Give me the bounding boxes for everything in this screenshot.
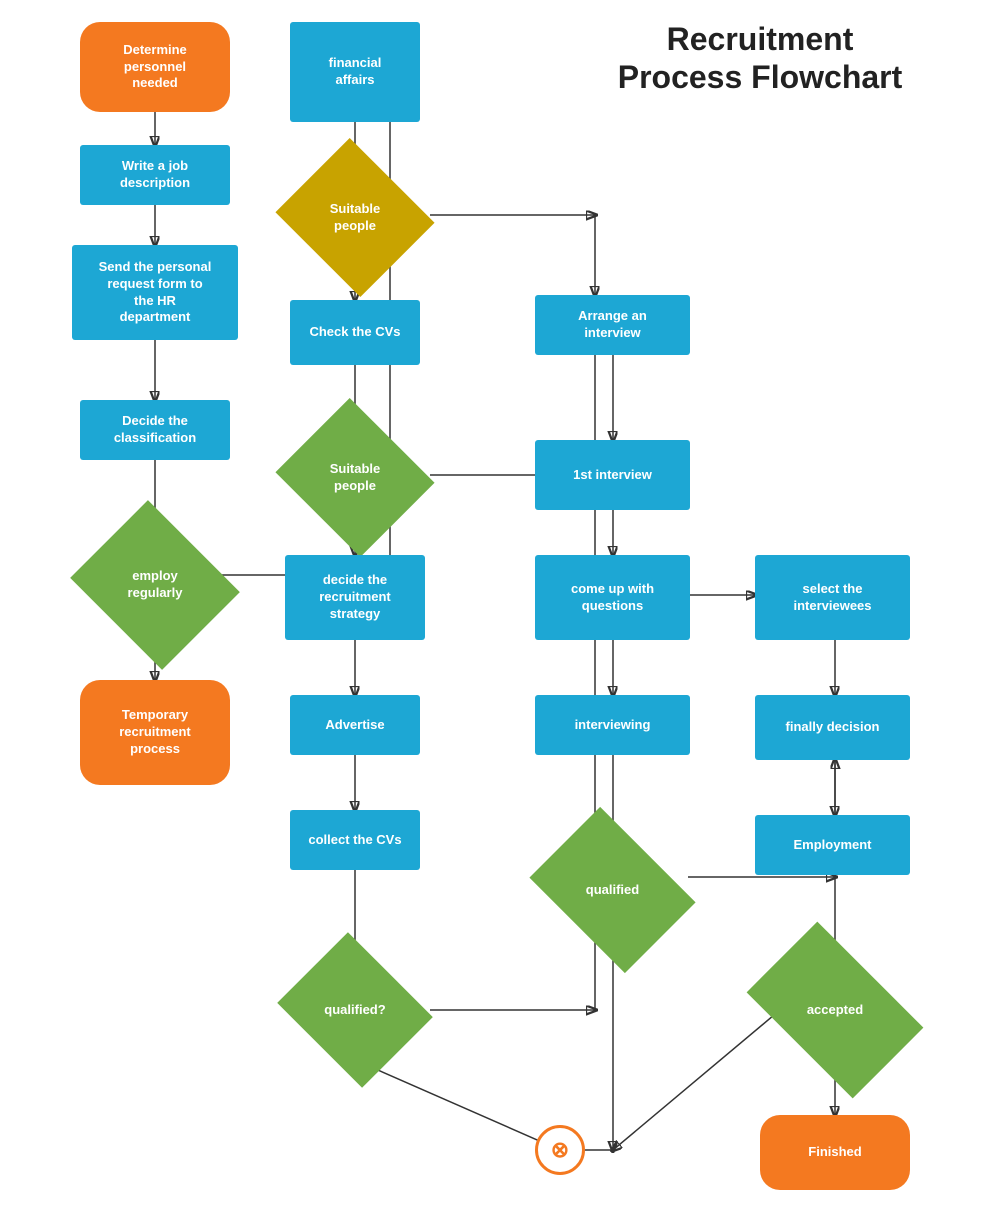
node-write-job: Write a jobdescription — [80, 145, 230, 205]
node-come-up: come up withquestions — [535, 555, 690, 640]
node-accepted: accepted — [760, 960, 910, 1060]
node-employ-regularly: employregularly — [90, 530, 220, 640]
node-qualified-q: qualified? — [295, 960, 415, 1060]
node-financial: financialaffairs — [290, 22, 420, 122]
chart-title: RecruitmentProcess Flowchart — [560, 20, 960, 97]
node-qualified: qualified — [545, 840, 680, 940]
node-finally-decision: finally decision — [755, 695, 910, 760]
node-decide-class: Decide theclassification — [80, 400, 230, 460]
node-finished: Finished — [760, 1115, 910, 1190]
node-determine: Determinepersonnelneeded — [80, 22, 230, 112]
flowchart: RecruitmentProcess Flowchart — [0, 0, 1000, 1219]
node-reject: ⊗ — [535, 1125, 585, 1175]
node-interviewing: interviewing — [535, 695, 690, 755]
node-advertise: Advertise — [290, 695, 420, 755]
node-select-interviewees: select theinterviewees — [755, 555, 910, 640]
node-arrange-interview: Arrange aninterview — [535, 295, 690, 355]
node-send-request: Send the personalrequest form tothe HRde… — [72, 245, 238, 340]
node-decide-strategy: decide therecruitmentstrategy — [285, 555, 425, 640]
node-suitable1: Suitablepeople — [295, 165, 415, 270]
node-collect-cvs: collect the CVs — [290, 810, 420, 870]
node-first-interview: 1st interview — [535, 440, 690, 510]
node-temp-recruitment: Temporaryrecruitmentprocess — [80, 680, 230, 785]
node-employment: Employment — [755, 815, 910, 875]
node-suitable2: Suitablepeople — [295, 425, 415, 530]
node-check-cvs: Check the CVs — [290, 300, 420, 365]
